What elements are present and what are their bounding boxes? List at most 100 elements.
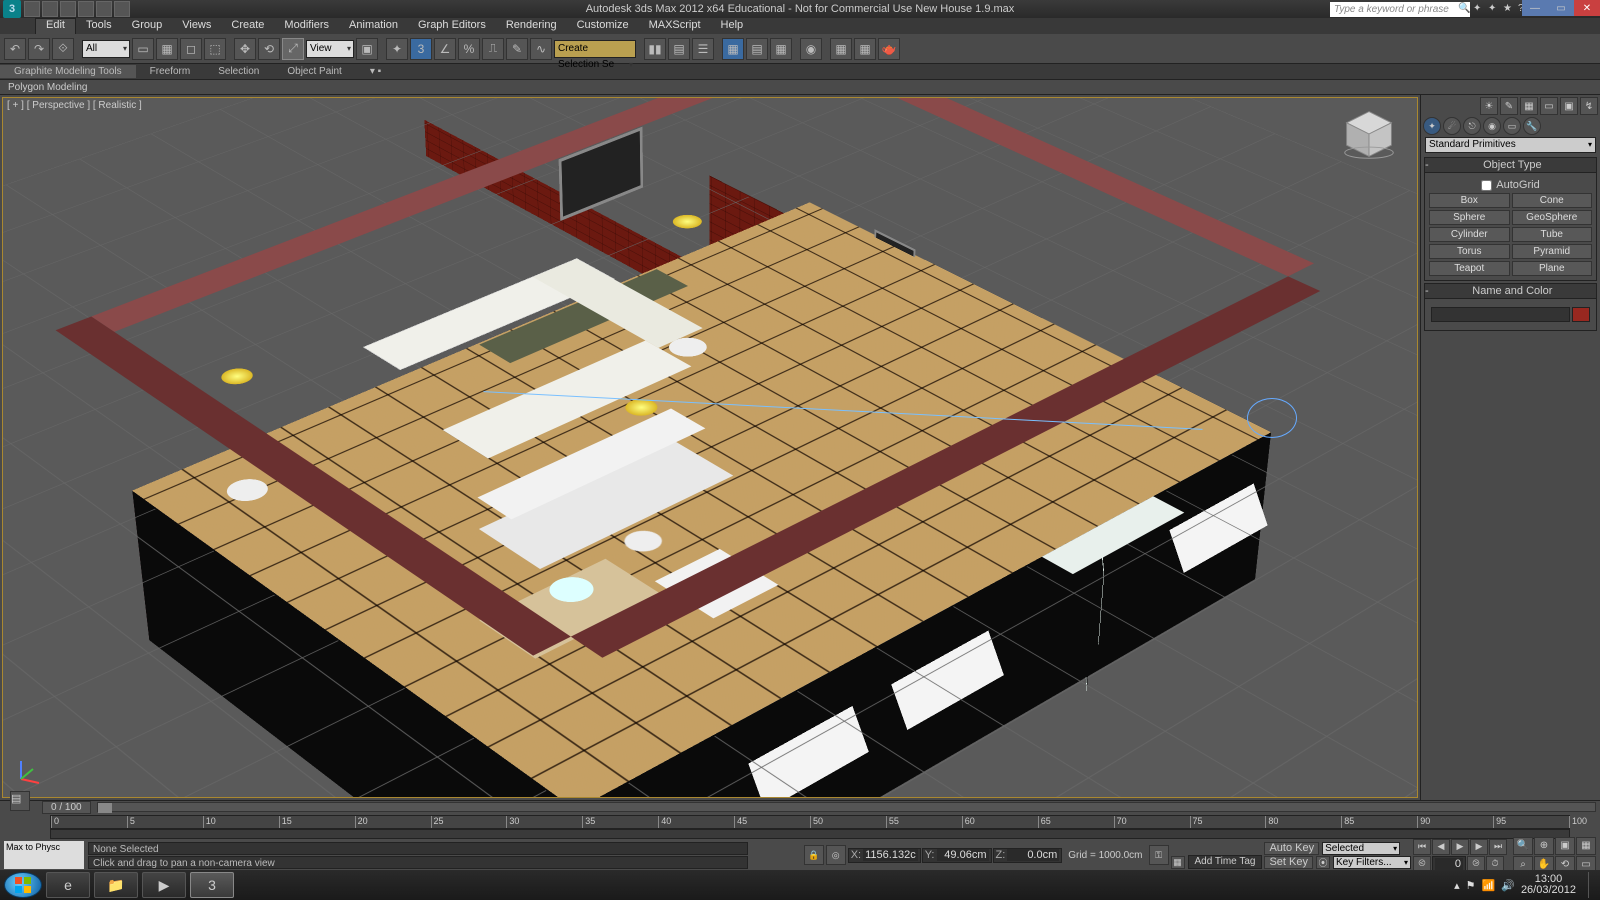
zoom-extents-icon[interactable]: ▣: [1555, 837, 1575, 855]
coord-y[interactable]: Y:49.06cm: [922, 848, 992, 863]
redo-icon[interactable]: ↷: [28, 38, 50, 60]
exchange-icon[interactable]: ✦: [1488, 3, 1500, 15]
keymode-dropdown[interactable]: Selected: [1322, 842, 1400, 855]
coord-x[interactable]: X:1156.132c: [848, 848, 921, 863]
menu-group[interactable]: Group: [122, 18, 173, 34]
infocenter-search[interactable]: Type a keyword or phrase: [1330, 2, 1470, 17]
qat-dropdown-icon[interactable]: [114, 1, 130, 17]
mirror-icon[interactable]: ▮▮: [644, 38, 666, 60]
object-name-input[interactable]: [1431, 307, 1570, 322]
favorites-icon[interactable]: ★: [1503, 3, 1515, 15]
show-desktop-button[interactable]: [1588, 872, 1596, 898]
close-button[interactable]: ✕: [1574, 0, 1600, 16]
redo-icon[interactable]: [96, 1, 112, 17]
align-icon[interactable]: ▤: [668, 38, 690, 60]
tray-clock[interactable]: 13:0026/03/2012: [1521, 874, 1576, 896]
create-category-dropdown[interactable]: Standard Primitives: [1425, 137, 1596, 153]
graphite-toggle-icon[interactable]: ▦: [722, 38, 744, 60]
trackbar[interactable]: [50, 829, 1570, 839]
camera-gizmo[interactable]: [1247, 398, 1297, 438]
object-color-swatch[interactable]: [1572, 307, 1590, 322]
create-tab-icon[interactable]: ✦: [1423, 117, 1441, 135]
zoom-icon[interactable]: 🔍: [1513, 837, 1533, 855]
setkey-button[interactable]: Set Key: [1264, 856, 1313, 869]
ribbon-expand-icon[interactable]: ▾ ▪: [356, 65, 395, 78]
task-wmp[interactable]: ▶: [142, 872, 186, 898]
rollout-object-type[interactable]: -Object Type: [1424, 157, 1597, 173]
utilities-tab-icon[interactable]: 🔧: [1523, 117, 1541, 135]
time-config-icon[interactable]: ▦: [1171, 856, 1185, 869]
time-slider-thumb[interactable]: [98, 803, 112, 813]
select-rect-icon[interactable]: ◻: [180, 38, 202, 60]
primitive-pyramid[interactable]: Pyramid: [1512, 244, 1593, 259]
keyfilters-dropdown[interactable]: Key Filters...: [1333, 856, 1411, 869]
primitive-tube[interactable]: Tube: [1512, 227, 1593, 242]
zoom-extents-all-icon[interactable]: ▦: [1576, 837, 1596, 855]
save-icon[interactable]: [60, 1, 76, 17]
autokey-button[interactable]: Auto Key: [1264, 842, 1319, 855]
curve-editor-launch-icon[interactable]: ▤: [746, 38, 768, 60]
ribbon-tab-selection[interactable]: Selection: [204, 65, 273, 78]
goto-end-icon[interactable]: ⏭: [1489, 839, 1507, 855]
time-slider-label[interactable]: 0 / 100: [42, 801, 91, 814]
viewport-label[interactable]: [ + ] [ Perspective ] [ Realistic ]: [7, 100, 142, 111]
menu-tools[interactable]: Tools: [76, 18, 122, 34]
viewport-bg-icon[interactable]: ▦: [1520, 97, 1538, 115]
spinner-snap-icon[interactable]: ⎍: [482, 38, 504, 60]
isolate-icon[interactable]: ◎: [826, 845, 846, 865]
play-icon[interactable]: ▶: [1451, 839, 1469, 855]
move-icon[interactable]: ✥: [234, 38, 256, 60]
modify-tab-icon[interactable]: ☄: [1443, 117, 1461, 135]
search-go-icon[interactable]: 🔍: [1458, 3, 1470, 15]
pivot-icon[interactable]: ▣: [356, 38, 378, 60]
material-editor-icon[interactable]: ◉: [800, 38, 822, 60]
select-name-icon[interactable]: ▦: [156, 38, 178, 60]
primitive-cylinder[interactable]: Cylinder: [1429, 227, 1510, 242]
primitive-box[interactable]: Box: [1429, 193, 1510, 208]
curve-editor-icon[interactable]: ∿: [530, 38, 552, 60]
safe-frame-icon[interactable]: ▭: [1540, 97, 1558, 115]
scale-icon[interactable]: ⤢: [282, 38, 304, 60]
next-frame-icon[interactable]: ▶: [1470, 839, 1488, 855]
window-crossing-icon[interactable]: ⬚: [204, 38, 226, 60]
hierarchy-tab-icon[interactable]: ⎋: [1463, 117, 1481, 135]
primitive-teapot[interactable]: Teapot: [1429, 261, 1510, 276]
menu-grapheditors[interactable]: Graph Editors: [408, 18, 496, 34]
perspective-viewport[interactable]: [ + ] [ Perspective ] [ Realistic ]: [2, 97, 1418, 798]
subscription-icon[interactable]: ✦: [1473, 3, 1485, 15]
new-icon[interactable]: [24, 1, 40, 17]
selection-lock-icon[interactable]: 🔒: [804, 845, 824, 865]
menu-edit[interactable]: Edit: [35, 18, 76, 34]
ribbon-panel-polygon[interactable]: Polygon Modeling: [0, 80, 1600, 95]
add-time-tag[interactable]: Add Time Tag: [1188, 855, 1263, 869]
menu-help[interactable]: Help: [711, 18, 754, 34]
menu-views[interactable]: Views: [172, 18, 221, 34]
link-icon[interactable]: ⟐: [52, 38, 74, 60]
primitive-torus[interactable]: Torus: [1429, 244, 1510, 259]
tray-overflow-icon[interactable]: ▴: [1454, 879, 1460, 892]
key-mode-icon[interactable]: ⚿: [1149, 845, 1169, 865]
menu-customize[interactable]: Customize: [567, 18, 639, 34]
zoom-all-icon[interactable]: ⊕: [1534, 837, 1554, 855]
select-object-icon[interactable]: ▭: [132, 38, 154, 60]
primitive-cone[interactable]: Cone: [1512, 193, 1593, 208]
time-slider[interactable]: [97, 802, 1596, 812]
primitive-plane[interactable]: Plane: [1512, 261, 1593, 276]
light-icon[interactable]: ☀: [1480, 97, 1498, 115]
menu-rendering[interactable]: Rendering: [496, 18, 567, 34]
start-button[interactable]: [4, 872, 42, 898]
percent-snap-icon[interactable]: %: [458, 38, 480, 60]
time-ruler[interactable]: 0510152025303540455055606570758085909510…: [50, 815, 1570, 829]
tray-flag-icon[interactable]: ⚑: [1466, 879, 1476, 892]
tray-network-icon[interactable]: 📶: [1482, 879, 1496, 892]
layers-icon[interactable]: ☰: [692, 38, 714, 60]
ref-coord-dropdown[interactable]: View: [306, 40, 354, 58]
task-explorer[interactable]: 📁: [94, 872, 138, 898]
prev-frame-icon[interactable]: ◀: [1432, 839, 1450, 855]
app-menu-icon[interactable]: 3: [3, 0, 21, 18]
menu-create[interactable]: Create: [221, 18, 274, 34]
viewport-config-icon[interactable]: ▣: [1560, 97, 1578, 115]
menu-maxscript[interactable]: MAXScript: [639, 18, 711, 34]
undo-icon[interactable]: ↶: [4, 38, 26, 60]
render-setup-icon[interactable]: ▦: [830, 38, 852, 60]
